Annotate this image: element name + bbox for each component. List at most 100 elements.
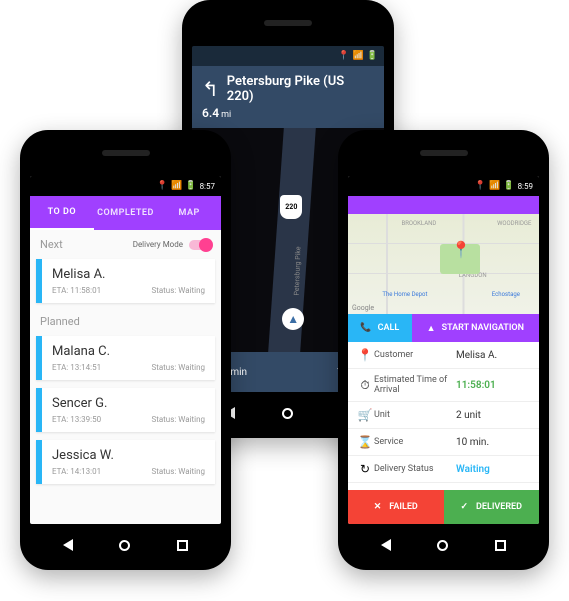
nav-home-icon[interactable] [282, 408, 293, 419]
signal-icon: 📶 [353, 51, 364, 61]
row-unit: 🛒 Unit 2 unit [348, 402, 539, 429]
customer-name: Melisa A. [52, 267, 205, 282]
route-shield: 220 [280, 195, 302, 219]
outcome-row: ✕ FAILED ✓ DELIVERED [348, 490, 539, 524]
delivery-mode-toggle[interactable] [189, 240, 211, 250]
destination-name: Petersburg Pike (US 220) [227, 74, 374, 104]
customer-map[interactable]: BROOKLAND WOODRIDGE LANGDON 📍 The Home D… [348, 214, 539, 314]
map-label-woodridge: WOODRIDGE [497, 220, 531, 227]
status-bar: 📍 📶 🔋 8:57 [30, 176, 221, 196]
customer-name: Sencer G. [52, 396, 205, 411]
check-icon: ✓ [460, 502, 468, 512]
list-screen: 📍 📶 🔋 8:57 TO DO COMPLETED MAP Next Deli… [30, 176, 221, 524]
phone-delivery-detail: 📍 📶 🔋 8:59 BROOKLAND WOODRIDGE LANGDON 📍… [338, 130, 549, 570]
map-label-brookland: BROOKLAND [401, 220, 436, 227]
nav-back-icon[interactable] [381, 539, 391, 551]
distance-unit: mi [221, 110, 231, 120]
clock-icon: ⏱ [356, 378, 374, 393]
tab-bar: TO DO COMPLETED MAP [30, 196, 221, 230]
eta-value: 13:39:50 [70, 415, 101, 424]
distance-value: 6.4 [202, 106, 219, 120]
eta-label: Estimated Time of Arrival [374, 375, 456, 395]
nav-header: ↰ Petersburg Pike (US 220) 6.4 mi [192, 66, 384, 128]
status-value: Waiting [178, 467, 205, 476]
customer-name: Malana C. [52, 344, 205, 359]
row-customer: 📍 Customer Melisa A. [348, 342, 539, 369]
status-bar: 📍 📶 🔋 [192, 46, 384, 66]
phone-todo-list: 📍 📶 🔋 8:57 TO DO COMPLETED MAP Next Deli… [20, 130, 231, 570]
status-prefix: Status: [151, 363, 176, 372]
location-icon: 📍 [157, 181, 168, 191]
eta-prefix: ETA: [52, 363, 68, 372]
app-bar [348, 196, 539, 214]
customer-name: Jessica W. [52, 448, 205, 463]
status-time: 8:57 [200, 182, 215, 191]
nav-back-icon[interactable] [63, 539, 73, 551]
status-bar: 📍 📶 🔋 8:59 [348, 176, 539, 196]
list-item[interactable]: Jessica W. ETA: 14:13:01 Status: Waiting [36, 440, 215, 484]
status-prefix: Status: [151, 467, 176, 476]
action-row: 📞 CALL ▲ START NAVIGATION [348, 314, 539, 342]
unit-label: Unit [374, 410, 456, 420]
unit-value: 2 unit [456, 410, 481, 421]
tab-todo[interactable]: TO DO [30, 196, 94, 230]
navigation-icon: ▲ [427, 323, 436, 334]
list-item[interactable]: Sencer G. ETA: 13:39:50 Status: Waiting [36, 388, 215, 432]
status-value: Waiting [456, 464, 490, 475]
customer-value: Melisa A. [456, 350, 497, 361]
delivered-button[interactable]: ✓ DELIVERED [444, 490, 540, 524]
road-label: Petersburg Pike [292, 246, 302, 295]
nav-recent-icon[interactable] [177, 540, 188, 551]
info-list: 📍 Customer Melisa A. ⏱ Estimated Time of… [348, 342, 539, 490]
close-icon: ✕ [374, 502, 382, 512]
status-value: Waiting [178, 415, 205, 424]
location-icon: 📍 [338, 51, 349, 61]
poi-echostage: Echostage [492, 291, 520, 298]
android-navbar [338, 534, 549, 556]
start-navigation-button[interactable]: ▲ START NAVIGATION [412, 314, 539, 342]
battery-icon: 🔋 [503, 181, 514, 191]
delivery-mode-label: Delivery Mode [133, 240, 183, 249]
list-item[interactable]: Malana C. ETA: 13:14:51 Status: Waiting [36, 336, 215, 380]
nav-home-icon[interactable] [437, 540, 448, 551]
row-eta: ⏱ Estimated Time of Arrival 11:58:01 [348, 369, 539, 402]
phone-icon: 📞 [360, 323, 371, 333]
battery-icon: 🔋 [185, 181, 196, 191]
call-label: CALL [378, 323, 400, 333]
call-button[interactable]: 📞 CALL [348, 314, 412, 342]
list-item[interactable]: Melisa A. ETA: 11:58:01 Status: Waiting [36, 259, 215, 303]
phone-speaker [420, 150, 468, 156]
status-label: Delivery Status [374, 464, 456, 474]
failed-label: FAILED [389, 502, 418, 512]
eta-prefix: ETA: [52, 286, 68, 295]
eta-value: 11:58:01 [70, 286, 101, 295]
row-service: ⌛ Service 10 min. [348, 429, 539, 456]
google-logo: Google [352, 304, 374, 312]
refresh-icon: ↻ [356, 462, 374, 476]
cart-icon: 🛒 [356, 408, 374, 422]
eta-value: 11:58:01 [456, 380, 496, 391]
delivery-mode-toggle-row: Delivery Mode [133, 240, 211, 250]
nav-recent-icon[interactable] [495, 540, 506, 551]
detail-screen: 📍 📶 🔋 8:59 BROOKLAND WOODRIDGE LANGDON 📍… [348, 176, 539, 524]
eta-prefix: ETA: [52, 467, 68, 476]
tab-map[interactable]: MAP [157, 196, 221, 230]
location-icon: 📍 [475, 181, 486, 191]
section-next-label: Next [40, 238, 63, 251]
phone-speaker [264, 20, 312, 26]
status-prefix: Status: [151, 415, 176, 424]
nav-home-icon[interactable] [119, 540, 130, 551]
service-label: Service [374, 437, 456, 447]
android-navbar [20, 534, 231, 556]
status-time: 8:59 [518, 182, 533, 191]
eta-prefix: ETA: [52, 415, 68, 424]
failed-button[interactable]: ✕ FAILED [348, 490, 444, 524]
section-next-row: Next Delivery Mode [30, 230, 221, 255]
tab-completed[interactable]: COMPLETED [94, 196, 158, 230]
eta-value: 14:13:01 [70, 467, 101, 476]
signal-icon: 📶 [489, 181, 500, 191]
section-planned-label: Planned [40, 315, 80, 328]
phone-speaker [102, 150, 150, 156]
delivered-label: DELIVERED [476, 502, 522, 512]
pin-icon: 📍 [356, 348, 374, 362]
